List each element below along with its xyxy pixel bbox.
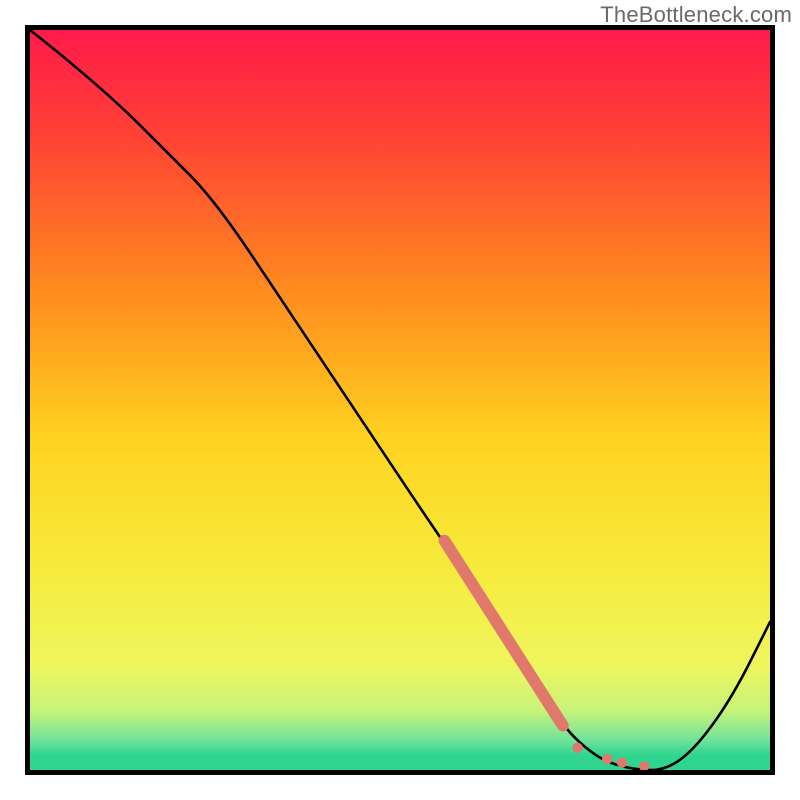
valley-marker xyxy=(639,761,649,770)
valley-marker xyxy=(602,754,612,764)
valley-marker xyxy=(617,757,627,767)
curve-layer xyxy=(30,30,770,770)
chart-stage: TheBottleneck.com xyxy=(0,0,800,800)
bottleneck-curve xyxy=(30,30,770,770)
plot-frame xyxy=(25,25,775,775)
highlight-segment xyxy=(444,541,562,726)
valley-marker xyxy=(572,743,582,753)
